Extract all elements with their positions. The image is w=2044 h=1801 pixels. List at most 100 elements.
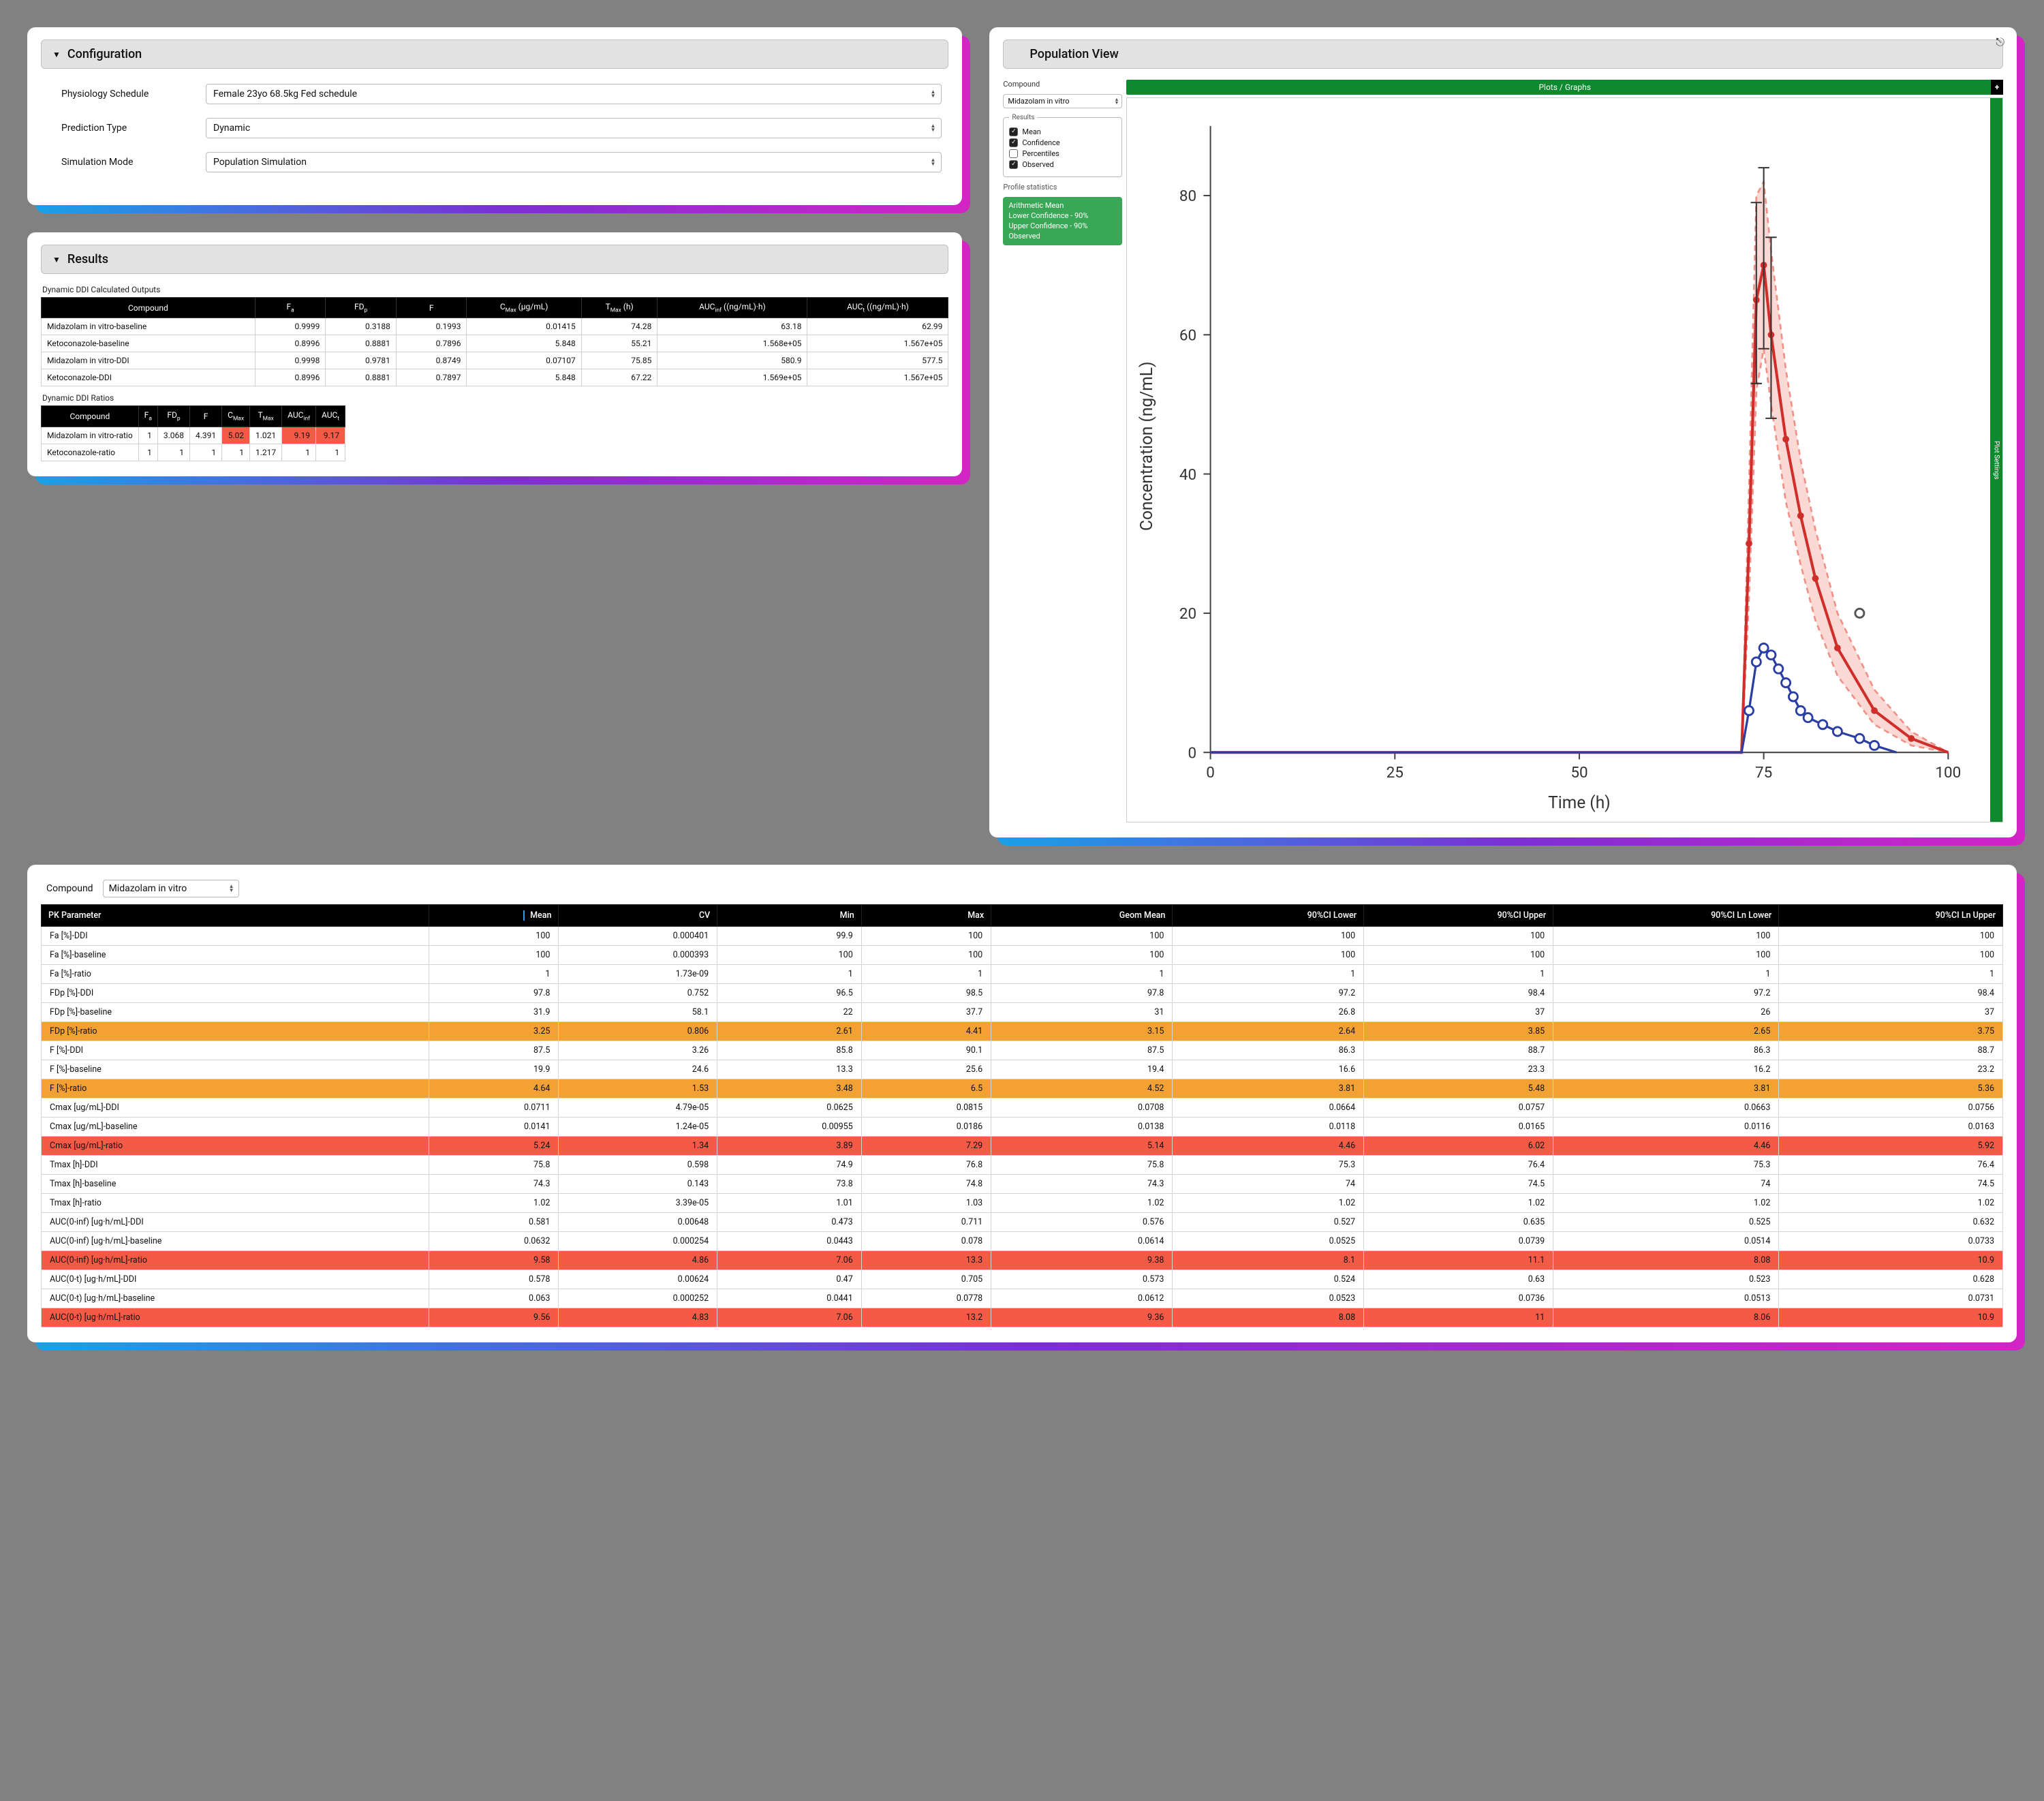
svg-text:Time (h): Time (h) xyxy=(1549,792,1611,812)
table-header: FDp xyxy=(157,406,189,427)
table-row: Ketoconazole-DDI 0.8996 0.8881 0.7897 5.… xyxy=(42,369,948,386)
svg-text:0: 0 xyxy=(1207,764,1215,782)
select-arrows-icon: ▲▼ xyxy=(930,158,935,166)
profile-statistics-label: Profile statistics xyxy=(1003,183,1122,191)
checkbox-row[interactable]: Percentiles xyxy=(1009,149,1116,158)
config-select[interactable]: Population Simulation ▲▼ xyxy=(206,152,942,172)
checkbox-icon[interactable] xyxy=(1009,138,1018,147)
table-header[interactable]: 90%CI Ln Lower xyxy=(1553,905,1779,927)
population-sidebar: Compound Midazolam in vitro ▲▼ Results M… xyxy=(1003,80,1122,822)
checkbox-icon[interactable] xyxy=(1009,160,1018,169)
svg-text:80: 80 xyxy=(1179,187,1196,205)
table-row: Midazolam in vitro-ratio 1 3.068 4.391 5… xyxy=(42,427,345,444)
table-header[interactable]: Mean xyxy=(429,905,558,927)
table-header: Fa xyxy=(255,298,326,318)
table-header[interactable]: Geom Mean xyxy=(991,905,1173,927)
add-plot-icon[interactable]: + xyxy=(1991,80,2003,95)
table-header[interactable]: CV xyxy=(559,905,717,927)
checkbox-label: Percentiles xyxy=(1022,149,1059,158)
table-header: TMax xyxy=(250,406,282,427)
select-arrows-icon: ▲▼ xyxy=(930,90,935,98)
table-header[interactable]: Min xyxy=(717,905,862,927)
checkbox-row[interactable]: Observed xyxy=(1009,160,1116,169)
svg-text:20: 20 xyxy=(1179,605,1196,623)
table-row: F [%]-baseline19.924.613.325.619.416.623… xyxy=(42,1060,2003,1079)
table-row: Fa [%]-DDI1000.00040199.9100100100100100… xyxy=(42,927,2003,946)
select-arrows-icon: ▲▼ xyxy=(930,124,935,132)
profile-statistics-box: Arithmetic MeanLower Confidence - 90%Upp… xyxy=(1003,197,1122,245)
table-header: Compound xyxy=(42,406,139,427)
table-row: Ketoconazole-ratio 1 1 1 1 1.217 1 1 xyxy=(42,444,345,461)
table-header: TMax (h) xyxy=(581,298,657,318)
checkbox-label: Mean xyxy=(1022,127,1041,136)
table-header: AUCt ((ng/mL)·h) xyxy=(807,298,948,318)
checkbox-label: Confidence xyxy=(1022,138,1059,147)
population-view-panel: Population View ⎋ Compound Midazolam in … xyxy=(989,27,2017,837)
table-header: Fa xyxy=(138,406,157,427)
checkbox-row[interactable]: Mean xyxy=(1009,127,1116,136)
table-row: Tmax [h]-DDI75.80.59874.976.875.875.376.… xyxy=(42,1156,2003,1175)
select-arrows-icon: ▲▼ xyxy=(229,884,234,893)
results-title: Results xyxy=(67,252,108,266)
pk-compound-select[interactable]: Midazolam in vitro ▲▼ xyxy=(103,880,239,897)
results-calc-subtitle: Dynamic DDI Calculated Outputs xyxy=(42,285,948,294)
results-header[interactable]: ▼ Results xyxy=(41,245,948,274)
config-row: Physiology Schedule Female 23yo 68.5kg F… xyxy=(61,84,942,104)
svg-text:50: 50 xyxy=(1571,764,1588,782)
svg-text:40: 40 xyxy=(1179,466,1196,484)
table-row: FDp [%]-ratio3.250.8062.614.413.152.643.… xyxy=(42,1022,2003,1041)
table-row: AUC(0-inf) [ug·h/mL]-ratio9.584.867.0613… xyxy=(42,1251,2003,1270)
table-row: Midazolam in vitro-baseline 0.9999 0.318… xyxy=(42,318,948,335)
results-fieldset: Results Mean Confidence Percentiles Obse… xyxy=(1003,114,1122,177)
table-header[interactable]: Max xyxy=(861,905,991,927)
table-header[interactable]: 90%CI Lower xyxy=(1173,905,1364,927)
table-row: F [%]-DDI87.53.2685.890.187.586.388.786.… xyxy=(42,1041,2003,1060)
checkbox-icon[interactable] xyxy=(1009,149,1018,158)
checkbox-row[interactable]: Confidence xyxy=(1009,138,1116,147)
caret-down-icon: ▼ xyxy=(52,50,61,59)
results-panel: ▼ Results Dynamic DDI Calculated Outputs… xyxy=(27,232,962,476)
table-row: AUC(0-t) [ug·h/mL]-ratio9.564.837.0613.2… xyxy=(42,1308,2003,1327)
export-icon[interactable]: ⎋ xyxy=(1996,35,2004,49)
compound-label: Compound xyxy=(1003,80,1122,89)
config-select[interactable]: Female 23yo 68.5kg Fed schedule ▲▼ xyxy=(206,84,942,104)
table-header[interactable]: PK Parameter xyxy=(42,905,429,927)
table-header[interactable]: 90%CI Upper xyxy=(1364,905,1553,927)
table-row: AUC(0-t) [ug·h/mL]-DDI0.5780.006240.470.… xyxy=(42,1270,2003,1289)
ddi-ratios-table: CompoundFaFDpFCMaxTMaxAUCinfAUCt Midazol… xyxy=(41,405,345,461)
svg-text:75: 75 xyxy=(1755,764,1772,782)
table-header: F xyxy=(396,298,467,318)
svg-text:25: 25 xyxy=(1387,764,1404,782)
checkbox-icon[interactable] xyxy=(1009,127,1018,136)
table-header[interactable]: 90%CI Ln Upper xyxy=(1779,905,2003,927)
table-row: AUC(0-t) [ug·h/mL]-baseline0.0630.000252… xyxy=(42,1289,2003,1308)
concentration-time-chart: 0 20 40 60 80 0 25 50 75 100 Time (h) Co… xyxy=(1127,98,1990,822)
table-header: AUCt xyxy=(316,406,345,427)
compound-select[interactable]: Midazolam in vitro ▲▼ xyxy=(1003,94,1122,108)
caret-down-icon: ▼ xyxy=(52,255,61,264)
config-select[interactable]: Dynamic ▲▼ xyxy=(206,118,942,138)
svg-text:0: 0 xyxy=(1188,744,1197,762)
table-row: F [%]-ratio4.641.533.486.54.523.815.483.… xyxy=(42,1079,2003,1098)
table-row: Cmax [ug/mL]-baseline0.01411.24e-050.009… xyxy=(42,1118,2003,1137)
table-header: FDp xyxy=(326,298,397,318)
table-header: CMax xyxy=(222,406,250,427)
plots-graphs-tab[interactable]: Plots / Graphs + xyxy=(1126,80,2003,95)
pk-parameters-panel: Compound Midazolam in vitro ▲▼ PK Parame… xyxy=(27,865,2017,1342)
table-row: FDp [%]-baseline31.958.12237.73126.83726… xyxy=(42,1003,2003,1022)
table-row: Tmax [h]-baseline74.30.14373.874.874.374… xyxy=(42,1175,2003,1194)
plot-area: Plots / Graphs + 0 20 40 60 80 xyxy=(1126,80,2003,822)
pk-parameters-table: PK ParameterMeanCVMinMaxGeom Mean90%CI L… xyxy=(41,904,2003,1327)
table-row: FDp [%]-DDI97.80.75296.598.597.897.298.4… xyxy=(42,984,2003,1003)
pk-compound-label: Compound xyxy=(46,883,93,894)
table-header: AUCinf ((ng/mL)·h) xyxy=(657,298,807,318)
plot-settings-tab[interactable]: Plot Settings xyxy=(1990,98,2002,822)
table-header: F xyxy=(190,406,222,427)
population-view-header: Population View xyxy=(1003,40,2003,69)
svg-text:100: 100 xyxy=(1936,764,1962,782)
configuration-header[interactable]: ▼ Configuration xyxy=(41,40,948,69)
table-row: Fa [%]-ratio11.73e-091111111 xyxy=(42,965,2003,984)
table-row: Fa [%]-baseline1000.00039310010010010010… xyxy=(42,946,2003,965)
population-view-title: Population View xyxy=(1029,47,1119,61)
table-row: Cmax [ug/mL]-DDI0.07114.79e-050.06250.08… xyxy=(42,1098,2003,1118)
